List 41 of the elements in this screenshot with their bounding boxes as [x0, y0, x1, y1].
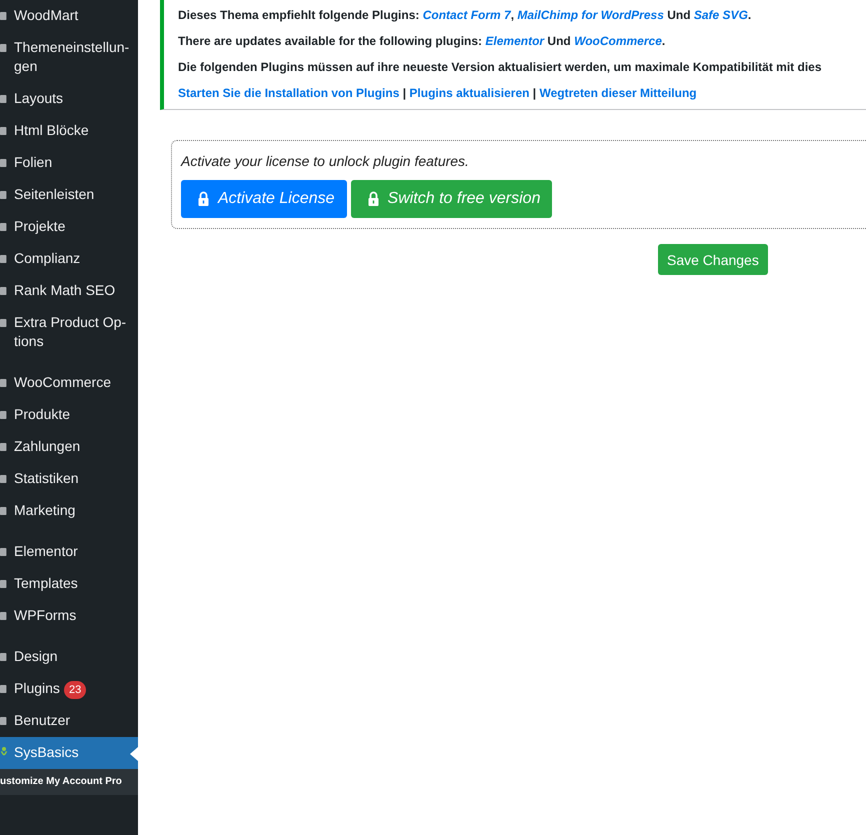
sidebar-item[interactable]: Design	[0, 641, 138, 673]
activate-license-button[interactable]: Activate License	[181, 180, 347, 218]
submenu-item[interactable]: ustomize My Account Pro	[0, 775, 138, 789]
update-count-badge: 23	[64, 681, 86, 699]
sidebar-item[interactable]: Produkte	[0, 399, 138, 431]
license-message: Activate your license to unlock plugin features.	[181, 152, 470, 170]
notice-text: There are updates available for the following plugins: Elementor Und WooCommerce.	[178, 33, 666, 50]
sidebar-item[interactable]: Extra Product Op-tions	[0, 307, 138, 358]
plugin-link[interactable]: Safe SVG	[694, 8, 748, 22]
action-link[interactable]: Starten Sie die Installation von Plugins	[178, 86, 400, 100]
notice-text: Dieses Thema empfiehlt folgende Plugins: Contact Form 7, MailChimp for WordPress Und Safe SVG.	[178, 7, 752, 24]
notice-text: Die folgenden Plugins müssen auf ihre neueste Version aktualisiert werden, um maximale Kompatibilität mit dies	[178, 59, 822, 76]
plugin-link[interactable]: Contact Form 7	[422, 8, 511, 22]
action-link[interactable]: Wegtreten dieser Mitteilung	[539, 86, 697, 100]
sidebar-item[interactable]: Complianz	[0, 243, 138, 275]
notice-text: Starten Sie die Installation von Plugins | Plugins aktualisieren | Wegtreten dieser Mitteilung	[178, 85, 698, 102]
sidebar-item[interactable]: Layouts	[0, 83, 138, 115]
sidebar-item[interactable]: Plugins 23	[0, 673, 138, 705]
sidebar-item[interactable]: Rank Math SEO	[0, 275, 138, 307]
sidebar-item[interactable]: Statistiken	[0, 463, 138, 495]
sidebar-item[interactable]: Benutzer	[0, 705, 138, 737]
sidebar-item[interactable]: WPForms	[0, 600, 138, 632]
sidebar-item[interactable]: Templates	[0, 568, 138, 600]
plugin-link[interactable]: WooCommerce	[574, 34, 662, 48]
sidebar-item[interactable]: Elementor	[0, 536, 138, 568]
sidebar-item[interactable]: WoodMart	[0, 0, 138, 32]
sidebar-item[interactable]: Folien	[0, 147, 138, 179]
sidebar-item[interactable]: Projekte	[0, 211, 138, 243]
lock-icon	[366, 191, 380, 207]
sidebar-item[interactable]: Zahlungen	[0, 431, 138, 463]
sidebar-item[interactable]: Seitenleisten	[0, 179, 138, 211]
sidebar-item[interactable]: Html Blöcke	[0, 115, 138, 147]
pointer-icon	[130, 747, 138, 761]
action-link[interactable]: Plugins aktualisieren	[409, 86, 530, 100]
sidebar-item[interactable]: Marketing	[0, 495, 138, 527]
sidebar-item[interactable]: Themeneinstellun-gen	[0, 32, 138, 83]
lock-icon	[197, 191, 210, 207]
plugin-link[interactable]: MailChimp for WordPress	[517, 8, 664, 22]
sidebar-item[interactable]: SysBasics	[0, 737, 138, 769]
plugin-link[interactable]: Elementor	[485, 34, 544, 48]
sidebar-item[interactable]: WooCommerce	[0, 367, 138, 399]
